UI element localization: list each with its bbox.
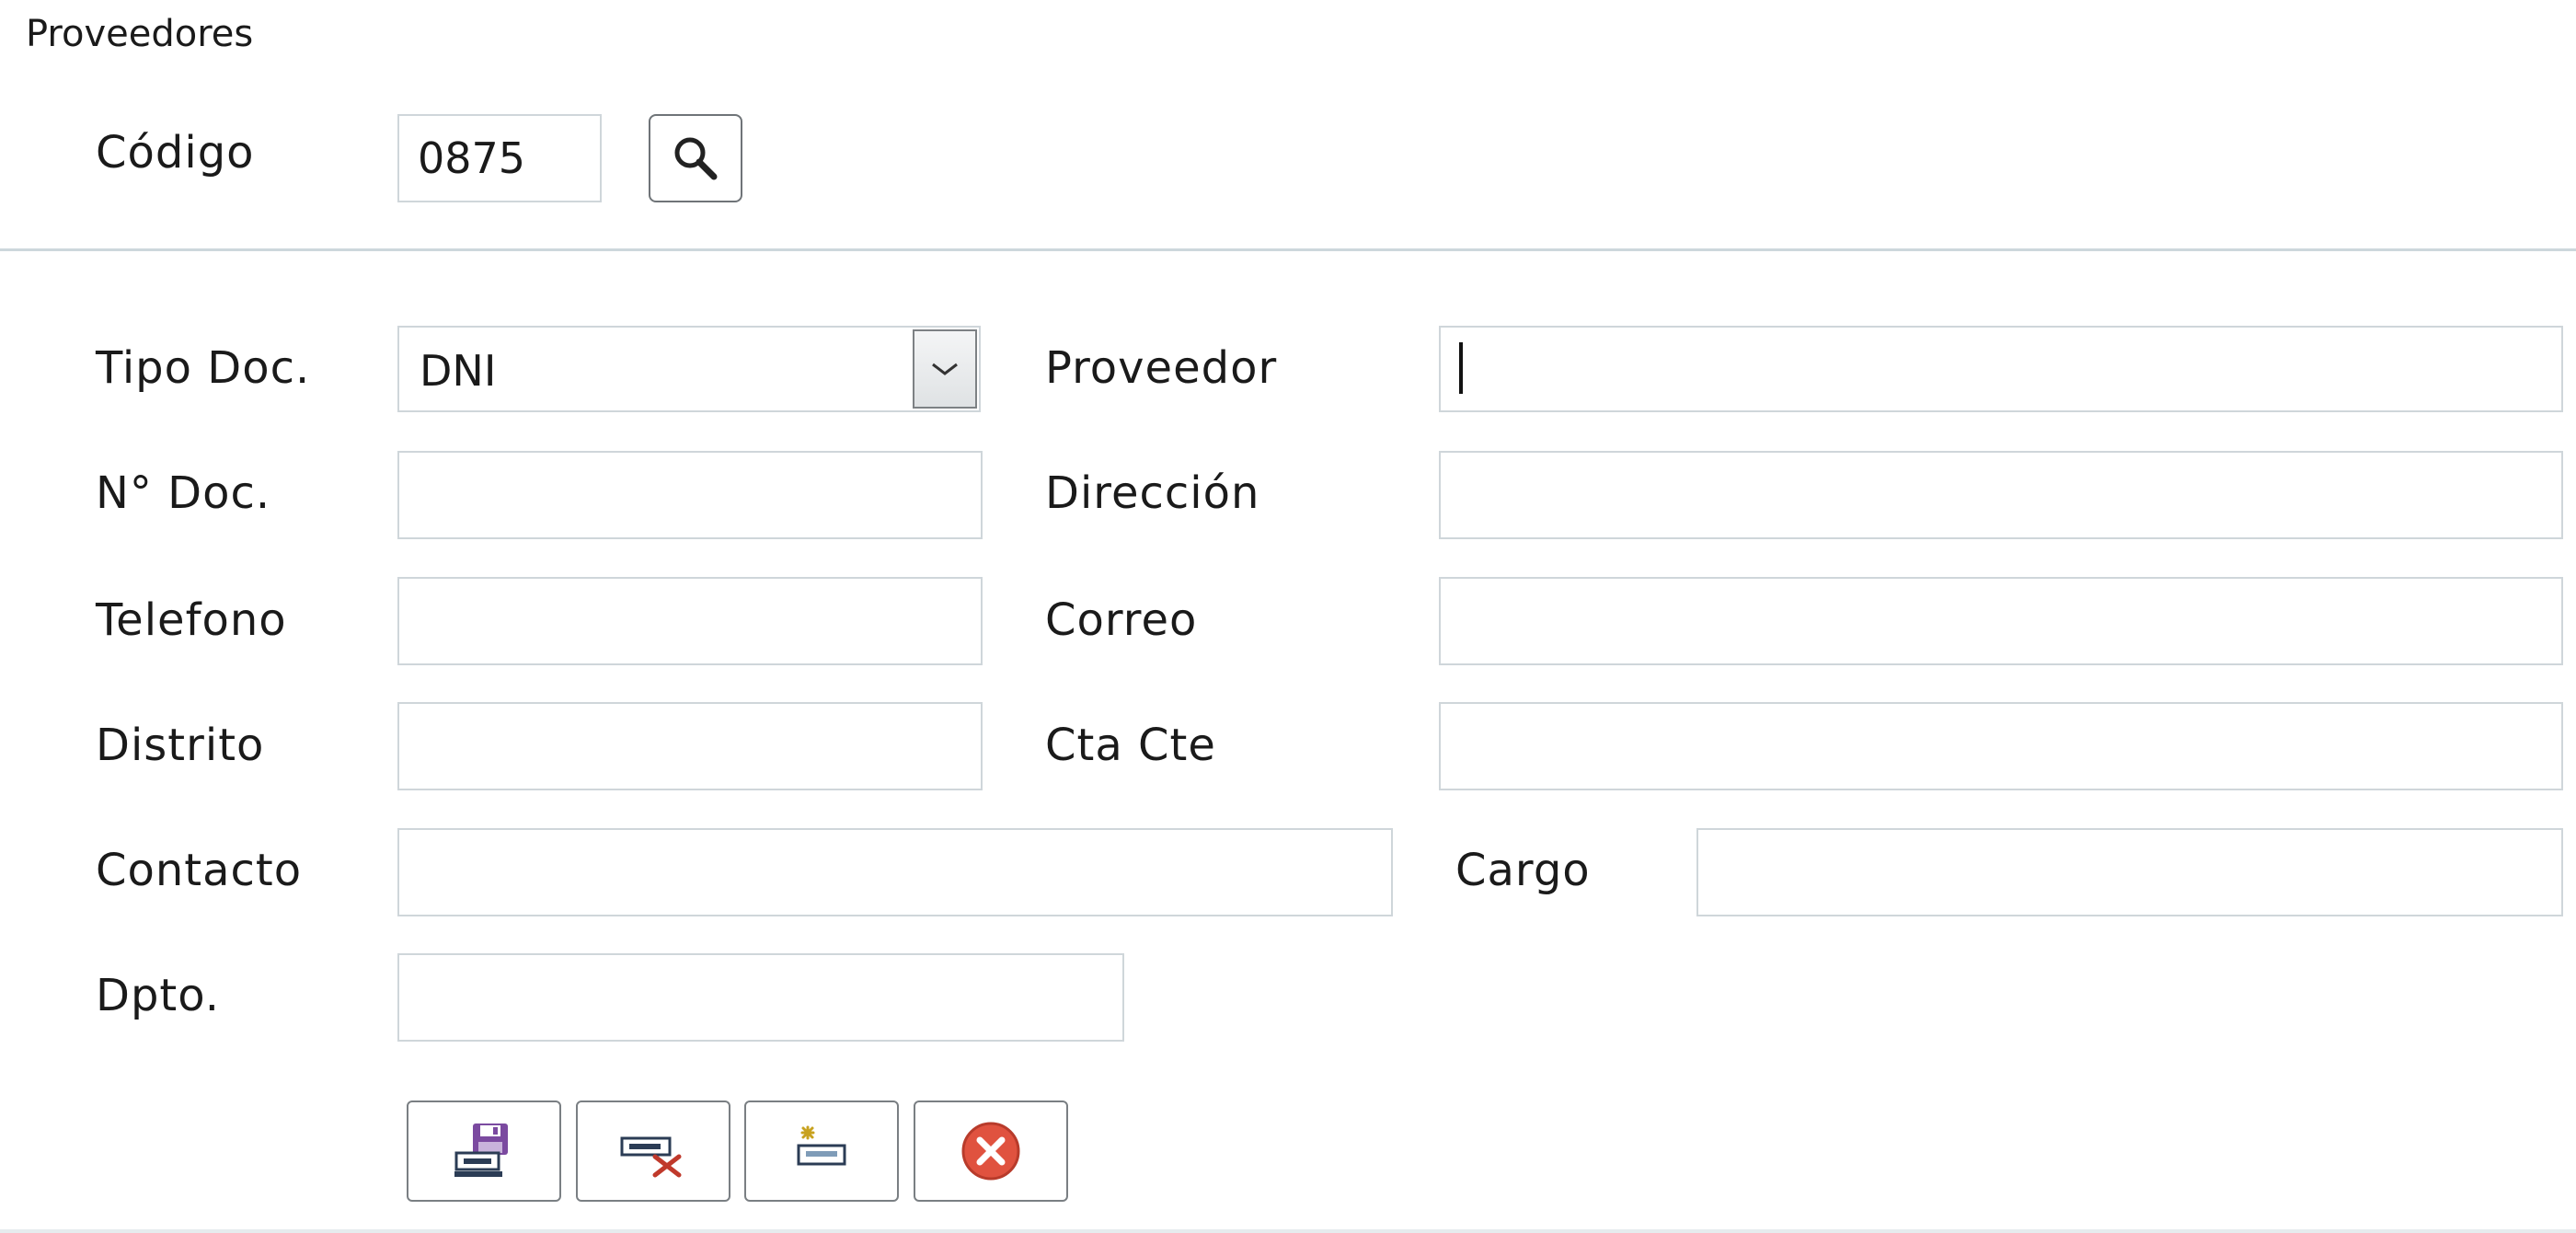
dpto-label: Dpto. xyxy=(96,970,221,1021)
proveedor-label: Proveedor xyxy=(1045,342,1278,394)
close-button[interactable] xyxy=(914,1100,1068,1202)
text-cursor xyxy=(1459,342,1463,394)
save-button[interactable] xyxy=(407,1100,561,1202)
n-doc-label: N° Doc. xyxy=(96,467,271,519)
floppy-disk-icon xyxy=(454,1124,508,1177)
codigo-input[interactable] xyxy=(397,114,602,202)
new-button[interactable] xyxy=(744,1100,899,1202)
tipo-doc-label: Tipo Doc. xyxy=(96,342,311,394)
window-title: Proveedores xyxy=(26,13,254,55)
dropdown-button[interactable] xyxy=(913,329,977,409)
search-button[interactable] xyxy=(649,114,742,202)
codigo-label: Código xyxy=(96,127,255,179)
window-bottom-edge xyxy=(0,1229,2576,1233)
direccion-label: Dirección xyxy=(1045,467,1260,519)
header-panel xyxy=(0,0,2576,249)
delete-button[interactable] xyxy=(576,1100,730,1202)
correo-label: Correo xyxy=(1045,594,1198,646)
new-record-icon xyxy=(797,1125,846,1166)
telefono-label: Telefono xyxy=(96,594,287,646)
proveedor-input[interactable] xyxy=(1439,326,2563,412)
direccion-input[interactable] xyxy=(1439,451,2563,539)
cta-cte-label: Cta Cte xyxy=(1045,720,1216,771)
contacto-input[interactable] xyxy=(397,828,1393,916)
chevron-down-icon xyxy=(932,363,958,375)
magnifier-icon xyxy=(674,137,718,180)
n-doc-input[interactable] xyxy=(397,451,983,539)
contacto-label: Contacto xyxy=(96,845,303,896)
distrito-label: Distrito xyxy=(96,720,265,771)
cargo-input[interactable] xyxy=(1696,828,2563,916)
distrito-input[interactable] xyxy=(397,702,983,790)
telefono-input[interactable] xyxy=(397,577,983,665)
tipo-doc-select[interactable]: DNI xyxy=(397,326,981,412)
cta-cte-input[interactable] xyxy=(1439,702,2563,790)
dpto-input[interactable] xyxy=(397,953,1124,1042)
close-circle-icon xyxy=(961,1122,1020,1181)
cargo-label: Cargo xyxy=(1455,845,1591,896)
correo-input[interactable] xyxy=(1439,577,2563,665)
remove-record-icon xyxy=(620,1136,682,1178)
tipo-doc-selected-value: DNI xyxy=(420,346,497,396)
